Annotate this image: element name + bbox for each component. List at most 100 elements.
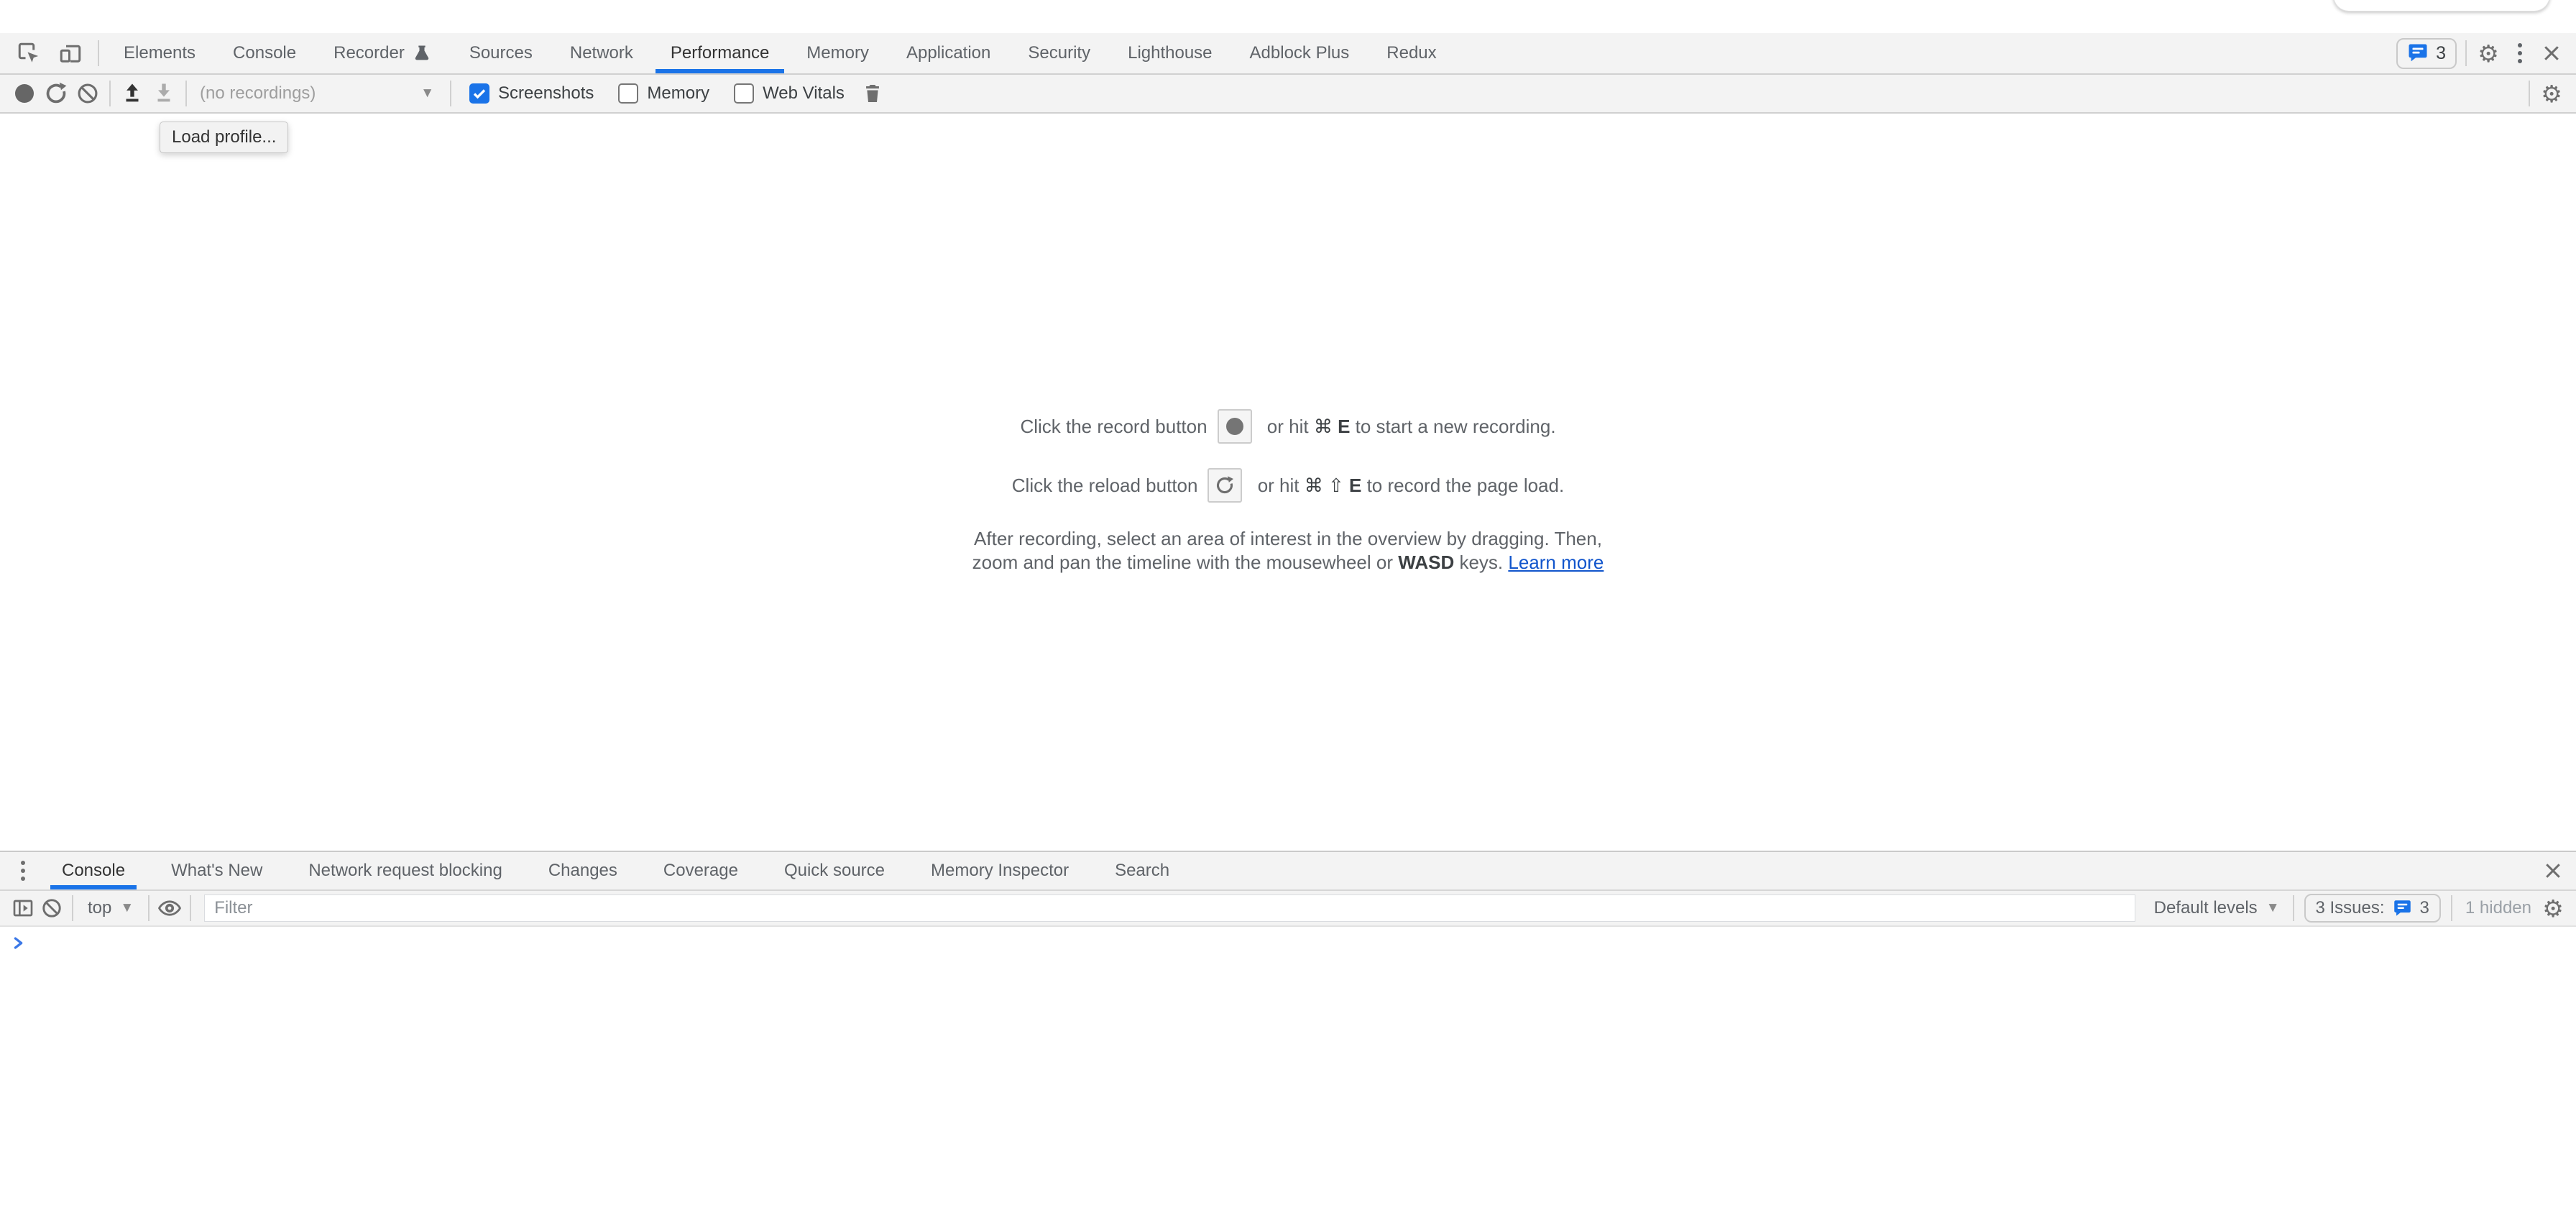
issues-bubble-icon [2393, 900, 2412, 918]
memory-checkbox[interactable]: Memory [618, 83, 709, 104]
tab-sources[interactable]: Sources [454, 33, 548, 73]
record-instruction-suffix: to start a new recording. [1350, 416, 1555, 438]
chevron-down-icon: ▼ [420, 86, 434, 101]
recordings-dropdown-value: (no recordings) [200, 83, 316, 104]
eye-icon [157, 896, 182, 920]
separator [109, 81, 111, 106]
screenshots-checkbox-label: Screenshots [498, 83, 594, 104]
upload-icon [120, 81, 144, 106]
close-icon [2542, 860, 2564, 882]
issues-label: 3 Issues: [2316, 898, 2385, 918]
separator [450, 81, 451, 106]
drawer-tab-quick-source[interactable]: Quick source [765, 852, 903, 889]
show-console-sidebar-button[interactable] [9, 894, 37, 923]
gear-icon: ⚙ [2478, 42, 2499, 65]
tab-security[interactable]: Security [1013, 33, 1105, 73]
checkbox-unchecked-icon [618, 83, 638, 104]
drawer-close-button[interactable] [2537, 855, 2569, 887]
clear-console-button[interactable] [37, 894, 66, 923]
performance-panel: Click the record button or hit ⌘ E to st… [0, 114, 2576, 851]
web-vitals-checkbox[interactable]: Web Vitals [734, 83, 845, 104]
inspect-cursor-icon [16, 40, 42, 66]
console-issues-count: 3 [2420, 898, 2429, 918]
learn-more-link[interactable]: Learn more [1508, 552, 1604, 573]
drawer-tab-network-request-blocking[interactable]: Network request blocking [290, 852, 520, 889]
device-toolbar-button[interactable] [55, 37, 86, 69]
tab-console[interactable]: Console [218, 33, 311, 73]
drawer-tab-search[interactable]: Search [1096, 852, 1188, 889]
record-instruction-prefix: Click the record button [1020, 416, 1207, 438]
empty-state: Click the record button or hit ⌘ E to st… [961, 409, 1615, 575]
console-prompt[interactable] [0, 927, 2576, 960]
trash-icon [861, 82, 884, 105]
drawer-tab-memory-inspector[interactable]: Memory Inspector [912, 852, 1087, 889]
tab-performance[interactable]: Performance [656, 33, 784, 73]
inspect-element-button[interactable] [13, 37, 45, 69]
tab-application[interactable]: Application [891, 33, 1006, 73]
wasd-keys: WASD [1398, 552, 1454, 573]
tab-network[interactable]: Network [555, 33, 648, 73]
devtools-menu-button[interactable] [2504, 37, 2536, 69]
usage-hint-text2: keys. [1454, 552, 1508, 573]
load-profile-tooltip: Load profile... [160, 122, 288, 153]
prompt-chevron-icon [11, 935, 27, 951]
inline-reload-button[interactable] [1208, 468, 1242, 503]
create-live-expression-button[interactable] [155, 894, 184, 923]
experiment-beaker-icon [412, 43, 432, 63]
record-button[interactable] [9, 78, 40, 109]
log-levels-dropdown[interactable]: Default levels ▼ [2147, 898, 2287, 918]
clear-recording-button[interactable] [72, 78, 104, 109]
tab-recorder[interactable]: Recorder [318, 33, 447, 73]
tab-redux[interactable]: Redux [1371, 33, 1451, 73]
gear-icon: ⚙ [2542, 897, 2564, 920]
console-issues-counter[interactable]: 3 Issues: 3 [2304, 894, 2441, 923]
capture-settings-button[interactable]: ⚙ [2536, 78, 2567, 109]
shift-key: ⇧ [1328, 475, 1344, 497]
drawer-tab-coverage[interactable]: Coverage [645, 852, 757, 889]
reload-and-record-button[interactable] [40, 78, 72, 109]
record-instruction: Click the record button or hit ⌘ E to st… [1020, 409, 1555, 444]
tab-lighthouse[interactable]: Lighthouse [1113, 33, 1227, 73]
javascript-context-dropdown[interactable]: top ▼ [79, 898, 142, 918]
close-icon [2541, 42, 2562, 64]
context-value: top [88, 898, 111, 918]
garbage-collect-button[interactable] [857, 78, 888, 109]
hidden-messages-count: 1 hidden [2465, 898, 2531, 918]
performance-toolbar: (no recordings) ▼ Screenshots Memory Web… [0, 75, 2576, 114]
console-messages-area[interactable] [0, 927, 2576, 1208]
separator [148, 895, 150, 921]
cmd-key: ⌘ [1314, 416, 1333, 438]
drawer-menu-button[interactable] [7, 855, 39, 887]
load-profile-button[interactable] [116, 78, 148, 109]
drawer-tab-whats-new[interactable]: What's New [152, 852, 281, 889]
recordings-dropdown[interactable]: (no recordings) ▼ [193, 83, 444, 104]
drawer-tab-console[interactable]: Console [43, 852, 144, 889]
log-levels-value: Default levels [2154, 898, 2258, 918]
save-profile-button[interactable] [148, 78, 180, 109]
issues-counter[interactable]: 3 [2396, 38, 2457, 69]
web-vitals-checkbox-label: Web Vitals [763, 83, 845, 104]
separator [2529, 81, 2530, 106]
drawer-tab-changes[interactable]: Changes [530, 852, 636, 889]
sidebar-icon [12, 897, 34, 920]
reload-icon [1214, 475, 1236, 496]
console-settings-button[interactable]: ⚙ [2539, 894, 2567, 923]
tab-memory[interactable]: Memory [791, 33, 884, 73]
tab-elements[interactable]: Elements [109, 33, 211, 73]
record-icon [1226, 418, 1243, 435]
block-icon [75, 81, 100, 106]
screenshots-checkbox[interactable]: Screenshots [469, 83, 594, 104]
block-icon [40, 897, 63, 920]
separator [72, 895, 73, 921]
console-filter-input[interactable] [204, 894, 2135, 922]
inline-record-button[interactable] [1218, 409, 1252, 444]
devtools-tabbar: Elements Console Recorder Sources Networ… [0, 33, 2576, 75]
gear-icon: ⚙ [2541, 82, 2562, 106]
tab-adblock-plus[interactable]: Adblock Plus [1235, 33, 1365, 73]
devtools-settings-button[interactable]: ⚙ [2472, 37, 2504, 69]
reload-instruction-suffix: to record the page load. [1361, 475, 1564, 497]
download-icon [152, 81, 176, 106]
devtools-close-button[interactable] [2536, 37, 2567, 69]
checkbox-checked-icon [469, 83, 489, 104]
console-toolbar: top ▼ Default levels ▼ 3 Issues: 3 1 hid… [0, 891, 2576, 927]
